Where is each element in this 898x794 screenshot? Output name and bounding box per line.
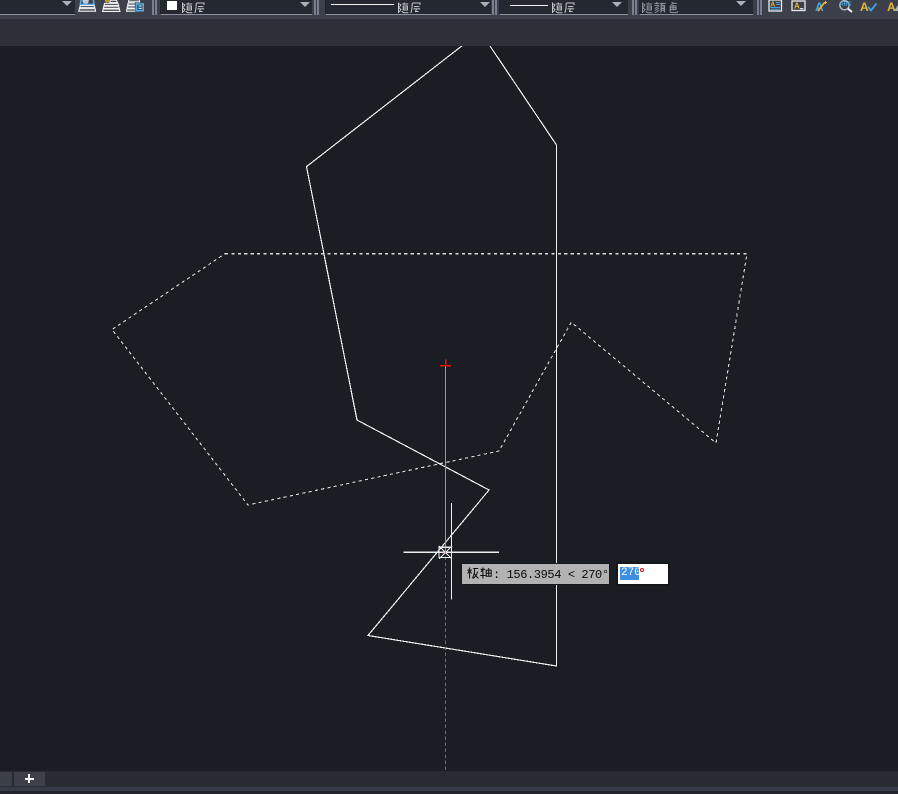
svg-text:A: A	[815, 0, 824, 13]
svg-text:A: A	[794, 2, 800, 11]
svg-text:ABC: ABC	[840, 2, 852, 8]
svg-text:A: A	[887, 0, 896, 13]
svg-text:A: A	[860, 0, 869, 13]
